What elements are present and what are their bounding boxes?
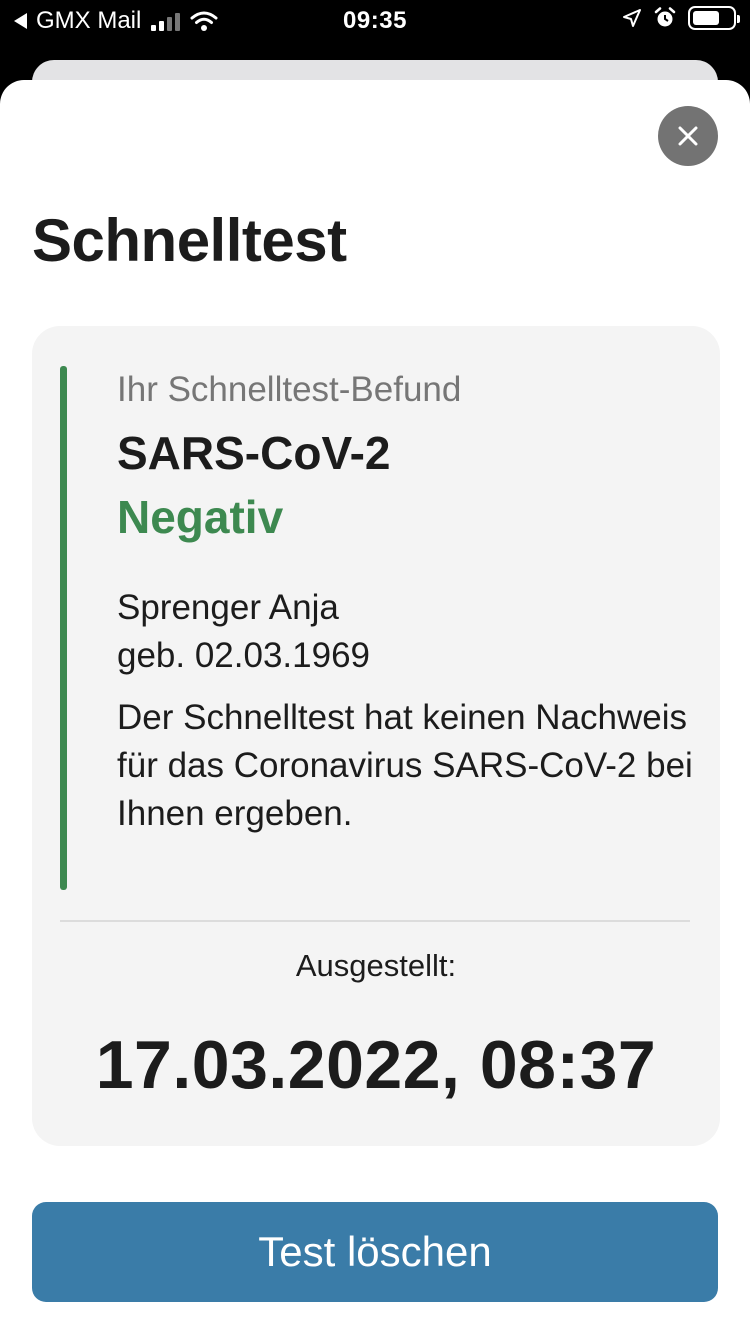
alarm-icon bbox=[654, 7, 676, 27]
status-bar: GMX Mail 09:35 bbox=[0, 0, 750, 44]
delete-test-button[interactable]: Test löschen bbox=[32, 1202, 718, 1302]
close-icon bbox=[678, 126, 698, 146]
battery-icon bbox=[688, 6, 740, 30]
person-name: Sprenger Anja bbox=[117, 588, 339, 627]
close-button[interactable] bbox=[658, 106, 718, 166]
result-content: Ihr Schnelltest-Befund SARS-CoV-2 Negati… bbox=[117, 366, 697, 838]
page-title: Schnelltest bbox=[32, 207, 347, 274]
person-info: Sprenger Anja geb. 02.03.1969 bbox=[117, 584, 697, 680]
birth-date: geb. 02.03.1969 bbox=[117, 636, 371, 675]
result-accent-bar bbox=[60, 366, 67, 890]
result-description: Der Schnelltest hat keinen Nachweis für … bbox=[117, 698, 693, 833]
result-subtitle: Ihr Schnelltest-Befund bbox=[117, 370, 462, 409]
location-icon bbox=[623, 9, 641, 27]
test-name: SARS-CoV-2 bbox=[117, 427, 391, 479]
status-icons bbox=[622, 6, 740, 30]
issued-datetime: 17.03.2022, 08:37 bbox=[95, 1027, 657, 1103]
divider bbox=[60, 920, 690, 922]
issued-label: Ausgestellt: bbox=[295, 948, 457, 983]
schnelltest-sheet: Schnelltest Ihr Schnelltest-Befund SARS-… bbox=[0, 80, 750, 1334]
result-status: Negativ bbox=[117, 491, 284, 543]
result-card: Ihr Schnelltest-Befund SARS-CoV-2 Negati… bbox=[32, 326, 720, 1146]
